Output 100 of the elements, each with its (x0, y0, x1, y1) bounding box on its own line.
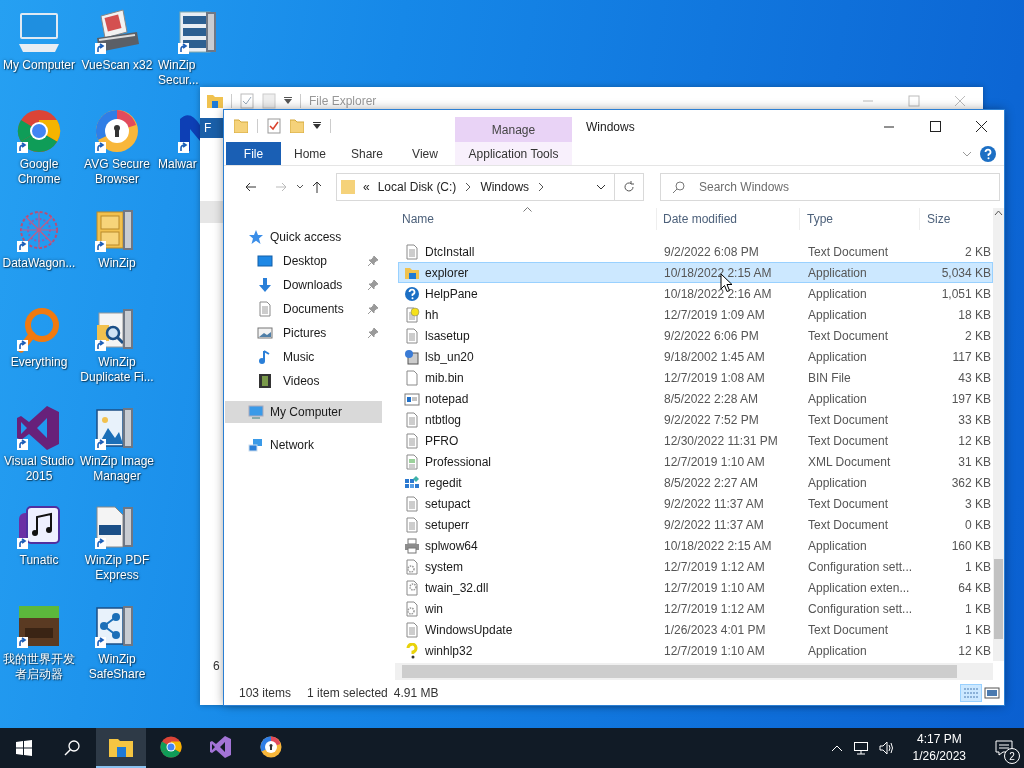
notepad-icon (404, 390, 420, 407)
size-cell-text: 2 KB (964, 328, 991, 343)
scrollbar-thumb[interactable] (402, 665, 957, 678)
size-cell-text: 5,034 KB (940, 265, 991, 280)
lock-circle-icon[interactable] (93, 107, 141, 155)
breadcrumb[interactable]: Local Disk (C:) (377, 180, 457, 194)
film-icon (257, 373, 273, 389)
file-row[interactable]: lsb_un20 9/18/2002 1:45 AM Application 117 KB (398, 346, 993, 367)
chevron-right-icon[interactable] (464, 182, 473, 192)
contextual-tab-group: Manage (455, 117, 572, 142)
file-row[interactable]: setupact 9/2/2022 11:37 AM Text Document 3 KB (398, 493, 993, 514)
scrollbar-thumb[interactable] (994, 559, 1003, 639)
file-tab[interactable]: F (200, 118, 224, 138)
pin-icon[interactable] (367, 303, 379, 315)
chevron-down-icon[interactable] (296, 184, 304, 190)
dropdown-icon[interactable] (284, 97, 292, 105)
file-name: regedit (425, 475, 462, 490)
checked-document-icon[interactable] (267, 118, 281, 134)
file-row[interactable]: lsasetup 9/2/2022 6:06 PM Text Document 2 KB (398, 325, 993, 346)
file-tab[interactable]: File (226, 142, 281, 165)
chevron-up-icon[interactable] (830, 744, 843, 752)
notifications-button[interactable]: 2 (984, 728, 1024, 768)
status-text: 103 items (239, 685, 292, 700)
overflow-chevrons[interactable]: « (363, 180, 370, 194)
scrollbar[interactable] (993, 208, 1004, 661)
up-arrow-icon[interactable] (312, 181, 322, 193)
file-row[interactable]: Professional 12/7/2019 1:10 AM XML Document 31 KB (398, 451, 993, 472)
size-cell-text: 12 KB (957, 433, 991, 448)
date-cell-text: 8/5/2022 2:28 AM (663, 391, 760, 406)
size-cell-text: 362 KB (950, 475, 991, 490)
size-cell-text: 33 KB (957, 412, 991, 427)
down-arrow-icon (257, 277, 273, 293)
column-header[interactable]: Type (800, 208, 920, 230)
file-row[interactable]: win 12/7/2019 1:12 AM Configuration sett... 1 KB (398, 598, 993, 619)
size-cell-text: 64 KB (957, 580, 991, 595)
file-row[interactable]: HelpPane 10/18/2022 2:16 AM Application 1,051 KB (398, 283, 993, 304)
column-header[interactable]: Date modified (657, 208, 800, 230)
file-row[interactable]: winhlp32 12/7/2019 1:10 AM Application 12 KB (398, 640, 993, 661)
search-field[interactable]: Search Windows (660, 173, 1000, 201)
nav-item[interactable]: My Computer (225, 401, 382, 423)
gear-document-icon (404, 579, 420, 596)
file-row[interactable]: explorer 10/18/2022 2:15 AM Application 5,034 KB (398, 262, 993, 283)
size-cell-text: 1 KB (964, 601, 991, 616)
file-row[interactable]: setuperr 9/2/2022 11:37 AM Text Document 0 KB (398, 514, 993, 535)
file-row[interactable]: system 12/7/2019 1:12 AM Configuration sett... 1 KB (398, 556, 993, 577)
nav-item[interactable]: Quick access (225, 225, 382, 249)
file-row[interactable]: mib.bin 12/7/2019 1:08 AM BIN File 43 KB (398, 367, 993, 388)
nav-item[interactable]: Documents (225, 297, 382, 321)
folder-icon[interactable] (207, 94, 223, 108)
ribbon-tab[interactable]: View (395, 142, 455, 165)
browser-icon[interactable] (15, 107, 63, 155)
nav-button[interactable] (200, 201, 224, 223)
column-header[interactable]: Name (395, 208, 657, 230)
clock[interactable]: 4:17 PM 1/26/2023 (904, 731, 974, 765)
column-header[interactable]: Size (920, 208, 992, 230)
scrollbar[interactable] (395, 663, 993, 680)
file-row[interactable]: DtcInstall 9/2/2022 6:08 PM Text Document 2 KB (398, 241, 993, 262)
file-row[interactable]: regedit 8/5/2022 2:27 AM Application 362 KB (398, 472, 993, 493)
ribbon-tab[interactable]: Share (339, 142, 395, 165)
nav-item[interactable]: Videos (225, 369, 382, 393)
taskbar-app[interactable] (96, 728, 146, 768)
ribbon-tab[interactable]: Home (281, 142, 339, 165)
refresh-icon[interactable] (623, 181, 635, 193)
date-cell-text: 12/7/2019 1:10 AM (663, 454, 766, 469)
nav-item[interactable]: Desktop (225, 249, 382, 273)
cubes-icon (404, 474, 420, 491)
address-bar[interactable]: « Local Disk (C:) Windows (336, 173, 644, 201)
date-cell-text: 12/7/2019 1:08 AM (663, 370, 766, 385)
gear-document-icon (404, 600, 420, 617)
file-row[interactable]: ntbtlog 9/2/2022 7:52 PM Text Document 33 KB (398, 409, 993, 430)
nav-item[interactable]: Downloads (225, 273, 382, 297)
file-row[interactable]: notepad 8/5/2022 2:28 AM Application 197 KB (398, 388, 993, 409)
breadcrumb[interactable]: Windows (480, 180, 530, 194)
help-icon[interactable] (980, 145, 996, 162)
search-icon (672, 181, 685, 194)
document-icon (257, 301, 273, 317)
chevron-right-icon[interactable] (537, 182, 546, 192)
date-cell-text: 1/26/2023 4:01 PM (663, 622, 767, 637)
file-row[interactable]: twain_32.dll 12/7/2019 1:10 AM Application exten... 64 KB (398, 577, 993, 598)
pin-icon[interactable] (367, 279, 379, 291)
nav-item[interactable]: Network (225, 433, 382, 457)
type-cell-text: Application (807, 349, 868, 364)
pin-icon[interactable] (367, 255, 379, 267)
chevron-down-icon[interactable] (596, 184, 606, 190)
ribbon-logo-icon (209, 735, 233, 759)
nav-item[interactable]: Pictures (225, 321, 382, 345)
checked-document-icon[interactable] (240, 93, 254, 109)
network-icon[interactable] (852, 740, 869, 756)
file-name: win (425, 601, 443, 616)
file-row[interactable]: hh 12/7/2019 1:09 AM Application 18 KB (398, 304, 993, 325)
file-row[interactable]: splwow64 10/18/2022 2:15 AM Application 160 KB (398, 535, 993, 556)
date-cell-text: 9/18/2002 1:45 AM (663, 349, 766, 364)
pin-icon[interactable] (367, 327, 379, 339)
dropdown-icon[interactable] (313, 122, 321, 130)
nav-item[interactable]: Music (225, 345, 382, 369)
back-arrow-icon[interactable] (245, 182, 257, 192)
file-row[interactable]: WindowsUpdate 1/26/2023 4:01 PM Text Document 1 KB (398, 619, 993, 640)
file-row[interactable]: PFRO 12/30/2022 11:31 PM Text Document 12 KB (398, 430, 993, 451)
type-cell-text: Text Document (807, 328, 890, 343)
speaker-icon[interactable] (878, 740, 895, 756)
